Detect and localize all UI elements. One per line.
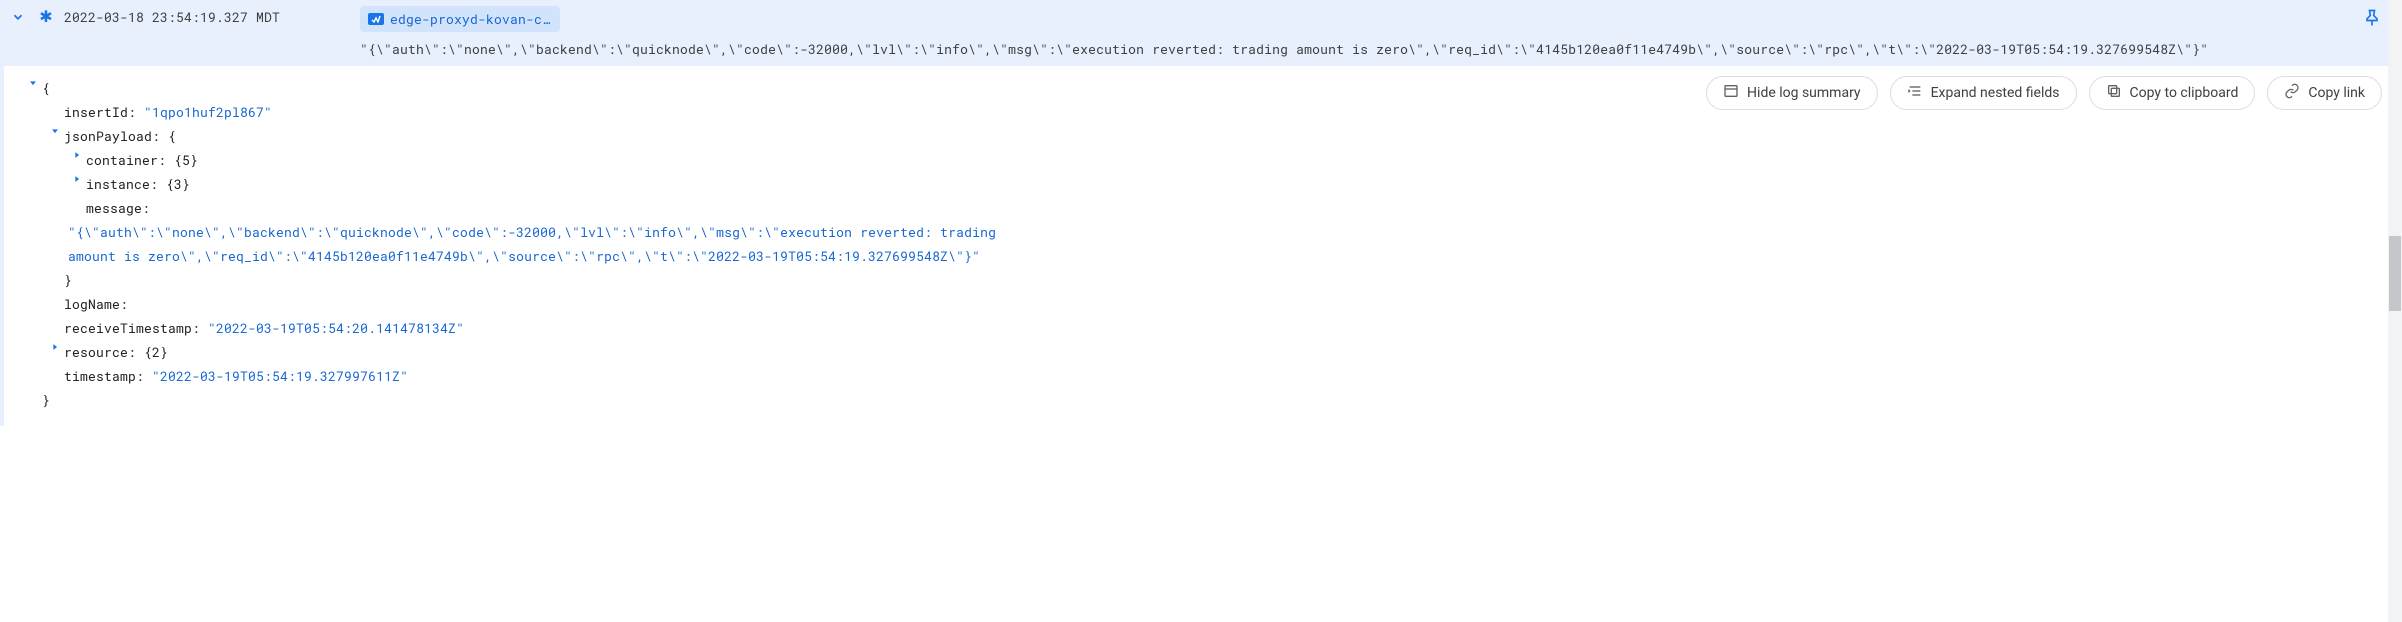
tree-node-timestamp[interactable]: timestamp: "2022-03-19T05:54:19.32799761… [24,364,2386,388]
severity-indicator: ✱ [32,6,60,24]
tree-node-root-close: } [24,388,2386,412]
field-key: message: [86,199,150,217]
brace-close: } [42,388,2386,412]
tree-node-instance[interactable]: instance: {3} [24,172,2386,196]
expand-toggle[interactable] [4,6,32,28]
copy-to-clipboard-button[interactable]: Copy to clipboard [2089,76,2256,110]
chevron-down-icon [11,10,25,28]
field-value: "1qpo1huf2pl867" [144,103,272,121]
hide-log-summary-button[interactable]: Hide log summary [1706,76,1878,110]
resource-chip-label: edge-proxyd-kovan-c… [390,8,550,30]
collapsed-count: {2} [144,343,168,361]
link-icon [2284,83,2300,103]
resource-type-icon [368,13,384,25]
expand-nested-fields-button[interactable]: Expand nested fields [1890,76,2077,110]
chevron-down-icon[interactable] [46,124,64,136]
resource-chip[interactable]: edge-proxyd-kovan-c… [360,6,560,32]
button-label: Copy link [2308,85,2365,101]
field-key: jsonPayload: [64,127,160,145]
field-key: timestamp: [64,367,144,385]
detail-action-bar: Hide log summary Expand nested fields Co… [1706,76,2382,110]
tree-node-resource[interactable]: resource: {2} [24,340,2386,364]
field-key: container: [86,151,166,169]
summary-message: "{\"auth\":\"none\",\"backend\":\"quickn… [360,38,2208,60]
field-key: instance: [86,175,158,193]
collapsed-count: {3} [166,175,190,193]
json-tree: { insertId: "1qpo1huf2pl867" jsonPayload… [24,76,2386,412]
field-value: "2022-03-19T05:54:19.327997611Z" [152,367,408,385]
timestamp[interactable]: 2022-03-18 23:54:19.327 MDT [60,6,360,28]
scrollbar[interactable] [2388,0,2402,622]
log-summary-row[interactable]: ✱ 2022-03-18 23:54:19.327 MDT edge-proxy… [4,0,2402,66]
tree-node-message-key[interactable]: message: [24,196,2386,220]
scrollbar-thumb[interactable] [2389,236,2401,311]
chevron-right-icon[interactable] [46,340,64,352]
field-value: "{\"auth\":\"none\",\"backend\":\"quickn… [68,223,996,265]
field-key: resource: [64,343,136,361]
field-key: receiveTimestamp: [64,319,200,337]
button-label: Hide log summary [1747,85,1861,101]
brace-close: } [64,268,2386,292]
tree-node-receivetimestamp[interactable]: receiveTimestamp: "2022-03-19T05:54:20.1… [24,316,2386,340]
log-summary: edge-proxyd-kovan-c… "{\"auth\":\"none\"… [360,6,2350,60]
log-entry: ✱ 2022-03-18 23:54:19.327 MDT edge-proxy… [0,0,2402,426]
chevron-right-icon[interactable] [68,172,86,184]
tree-node-jsonpayload-close: } [24,268,2386,292]
copy-link-button[interactable]: Copy link [2267,76,2382,110]
field-key: logName: [64,295,128,313]
log-detail: Hide log summary Expand nested fields Co… [4,66,2402,426]
expand-tree-icon [1907,83,1923,103]
button-label: Expand nested fields [1931,85,2060,101]
tree-node-message-value[interactable]: "{\"auth\":\"none\",\"backend\":\"quickn… [24,220,1044,268]
panel-icon [1723,83,1739,103]
asterisk-icon: ✱ [39,10,52,24]
chevron-right-icon[interactable] [68,148,86,160]
tree-node-logname[interactable]: logName: [24,292,2386,316]
tree-node-container[interactable]: container: {5} [24,148,2386,172]
collapsed-count: {5} [174,151,198,169]
pin-icon [2362,8,2382,32]
tree-node-jsonpayload[interactable]: jsonPayload: { [24,124,2386,148]
button-label: Copy to clipboard [2130,85,2239,101]
brace-open: { [168,127,176,145]
chevron-down-icon[interactable] [24,76,42,88]
copy-icon [2106,83,2122,103]
field-value: "2022-03-19T05:54:20.141478134Z" [208,319,464,337]
field-key: insertId: [64,103,136,121]
